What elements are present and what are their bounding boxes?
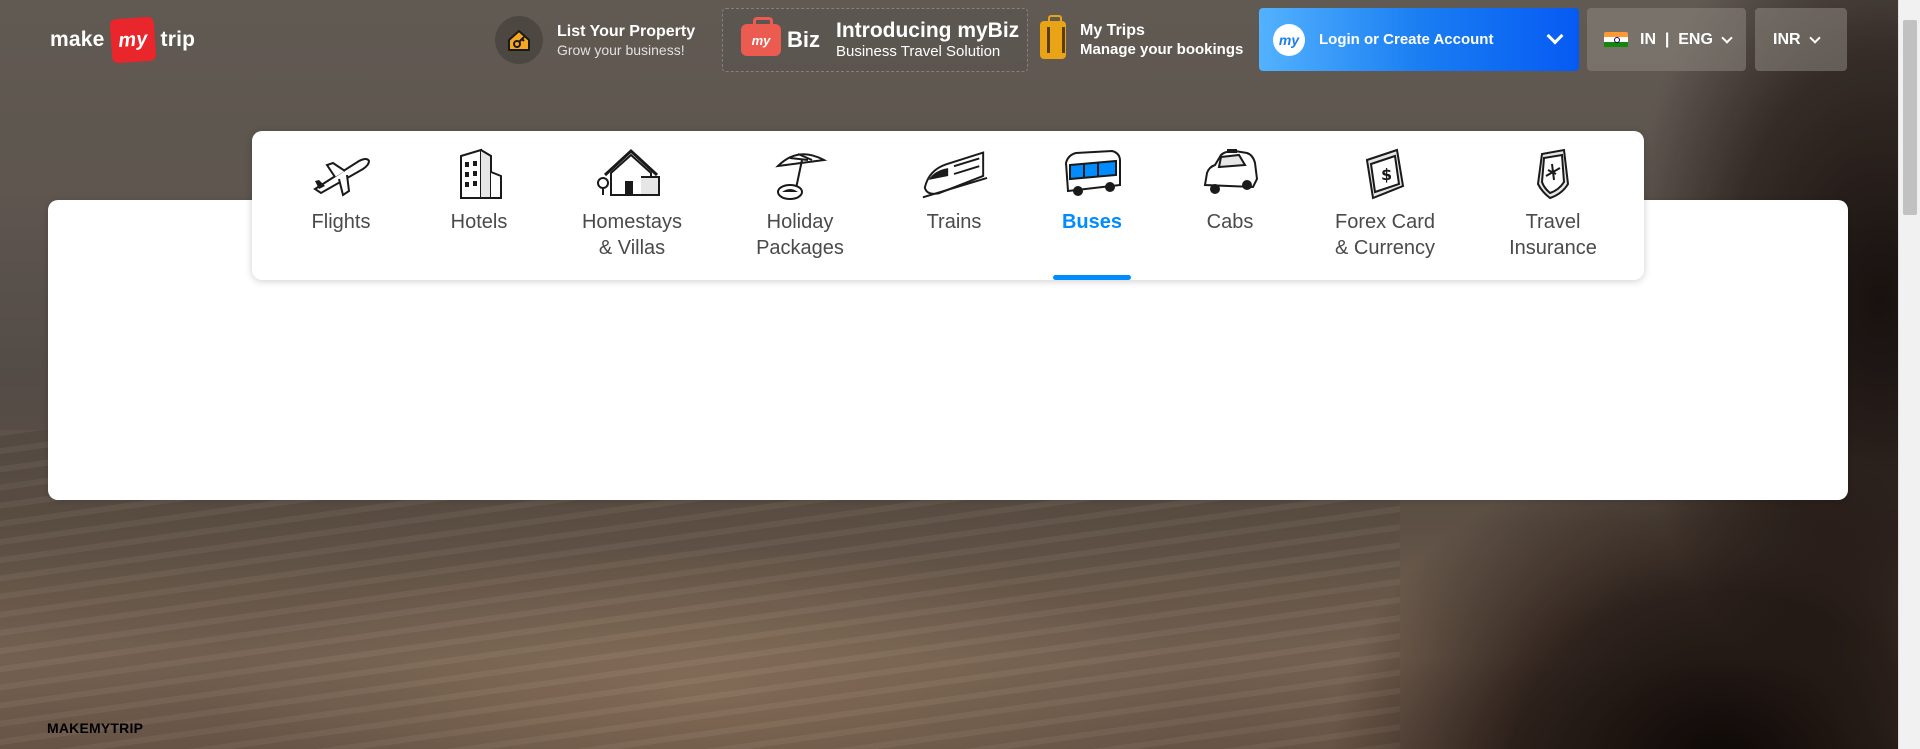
language-label: IN | ENG — [1640, 30, 1713, 48]
list-property-subtitle: Grow your business! — [557, 41, 685, 58]
mybiz-bag-icon: my — [741, 17, 781, 56]
mybiz-banner[interactable]: my Biz Introducing myBiz Business Travel… — [722, 8, 1028, 72]
logo-text-left: make — [50, 28, 105, 51]
user-avatar-icon: my — [1273, 23, 1305, 56]
my-trips-link[interactable]: My Trips Manage your bookings — [1040, 15, 1244, 62]
chevron-down-icon — [1808, 31, 1821, 44]
nav-item-cabs[interactable]: Cabs — [1160, 131, 1300, 280]
nav-item-trains[interactable]: Trains — [884, 131, 1024, 280]
nav-label-travel-insurance: Travel Insurance — [1509, 211, 1597, 259]
mybiz-word: Biz — [787, 27, 820, 52]
hotel-building-icon — [444, 143, 514, 205]
my-trips-subtitle: Manage your bookings — [1080, 41, 1244, 58]
nav-label-homestays: Homestays & Villas — [581, 211, 683, 259]
nav-item-hotels[interactable]: Hotels — [410, 131, 548, 280]
currency-selector[interactable]: INR — [1755, 8, 1847, 71]
nav-item-homestays[interactable]: Homestays & Villas — [548, 131, 716, 280]
insurance-shield-icon — [1518, 143, 1588, 205]
nav-item-buses[interactable]: Buses — [1024, 131, 1160, 280]
beach-umbrella-icon — [765, 143, 835, 205]
nav-label-flights: Flights — [311, 211, 371, 233]
nav-label-buses: Buses — [1061, 211, 1123, 233]
nav-item-travel-insurance[interactable]: Travel Insurance — [1470, 131, 1636, 280]
bus-icon — [1057, 143, 1127, 205]
language-selector[interactable]: IN | ENG — [1587, 8, 1746, 71]
logo-badge: my — [109, 16, 156, 64]
currency-label: INR — [1773, 30, 1801, 48]
nav-item-holiday-packages[interactable]: Holiday Packages — [716, 131, 884, 280]
nav-item-forex[interactable]: $ Forex Card & Currency — [1300, 131, 1470, 280]
login-button[interactable]: my Login or Create Account — [1259, 8, 1579, 71]
product-nav: Flights Hotels Homestays & Villas Holida… — [252, 131, 1644, 280]
mybiz-title: Introducing myBiz — [836, 19, 1020, 42]
logo-text-right: trip — [160, 28, 196, 51]
forex-card-icon: $ — [1350, 143, 1420, 205]
nav-label-holiday-packages: Holiday Packages — [756, 211, 844, 259]
nav-label-forex: Forex Card & Currency — [1334, 211, 1436, 259]
nav-label-hotels: Hotels — [450, 211, 508, 233]
nav-label-cabs: Cabs — [1206, 211, 1254, 233]
train-icon — [919, 143, 989, 205]
chevron-down-icon — [1721, 31, 1733, 44]
airplane-icon — [306, 143, 376, 205]
login-label: Login or Create Account — [1319, 31, 1494, 48]
page-scrollbar[interactable] — [1898, 0, 1920, 749]
car-icon — [1195, 143, 1265, 205]
list-property-link[interactable]: List Your Property Grow your business! — [495, 14, 695, 66]
suitcase-icon — [1040, 15, 1066, 59]
india-flag-icon — [1604, 31, 1628, 48]
my-trips-title: My Trips — [1080, 22, 1145, 39]
house-icon — [597, 143, 667, 205]
property-key-icon — [495, 16, 543, 64]
footer-brand-label: MAKEMYTRIP — [47, 720, 144, 736]
chevron-down-icon — [1546, 27, 1564, 45]
nav-label-trains: Trains — [926, 211, 982, 233]
nav-item-flights[interactable]: Flights — [272, 131, 410, 280]
makemytrip-logo[interactable]: make my trip — [50, 16, 196, 64]
svg-text:$: $ — [1381, 165, 1392, 184]
scrollbar-thumb[interactable] — [1903, 20, 1917, 215]
mybiz-subtitle: Business Travel Solution — [836, 43, 1001, 60]
list-property-title: List Your Property — [557, 22, 696, 40]
